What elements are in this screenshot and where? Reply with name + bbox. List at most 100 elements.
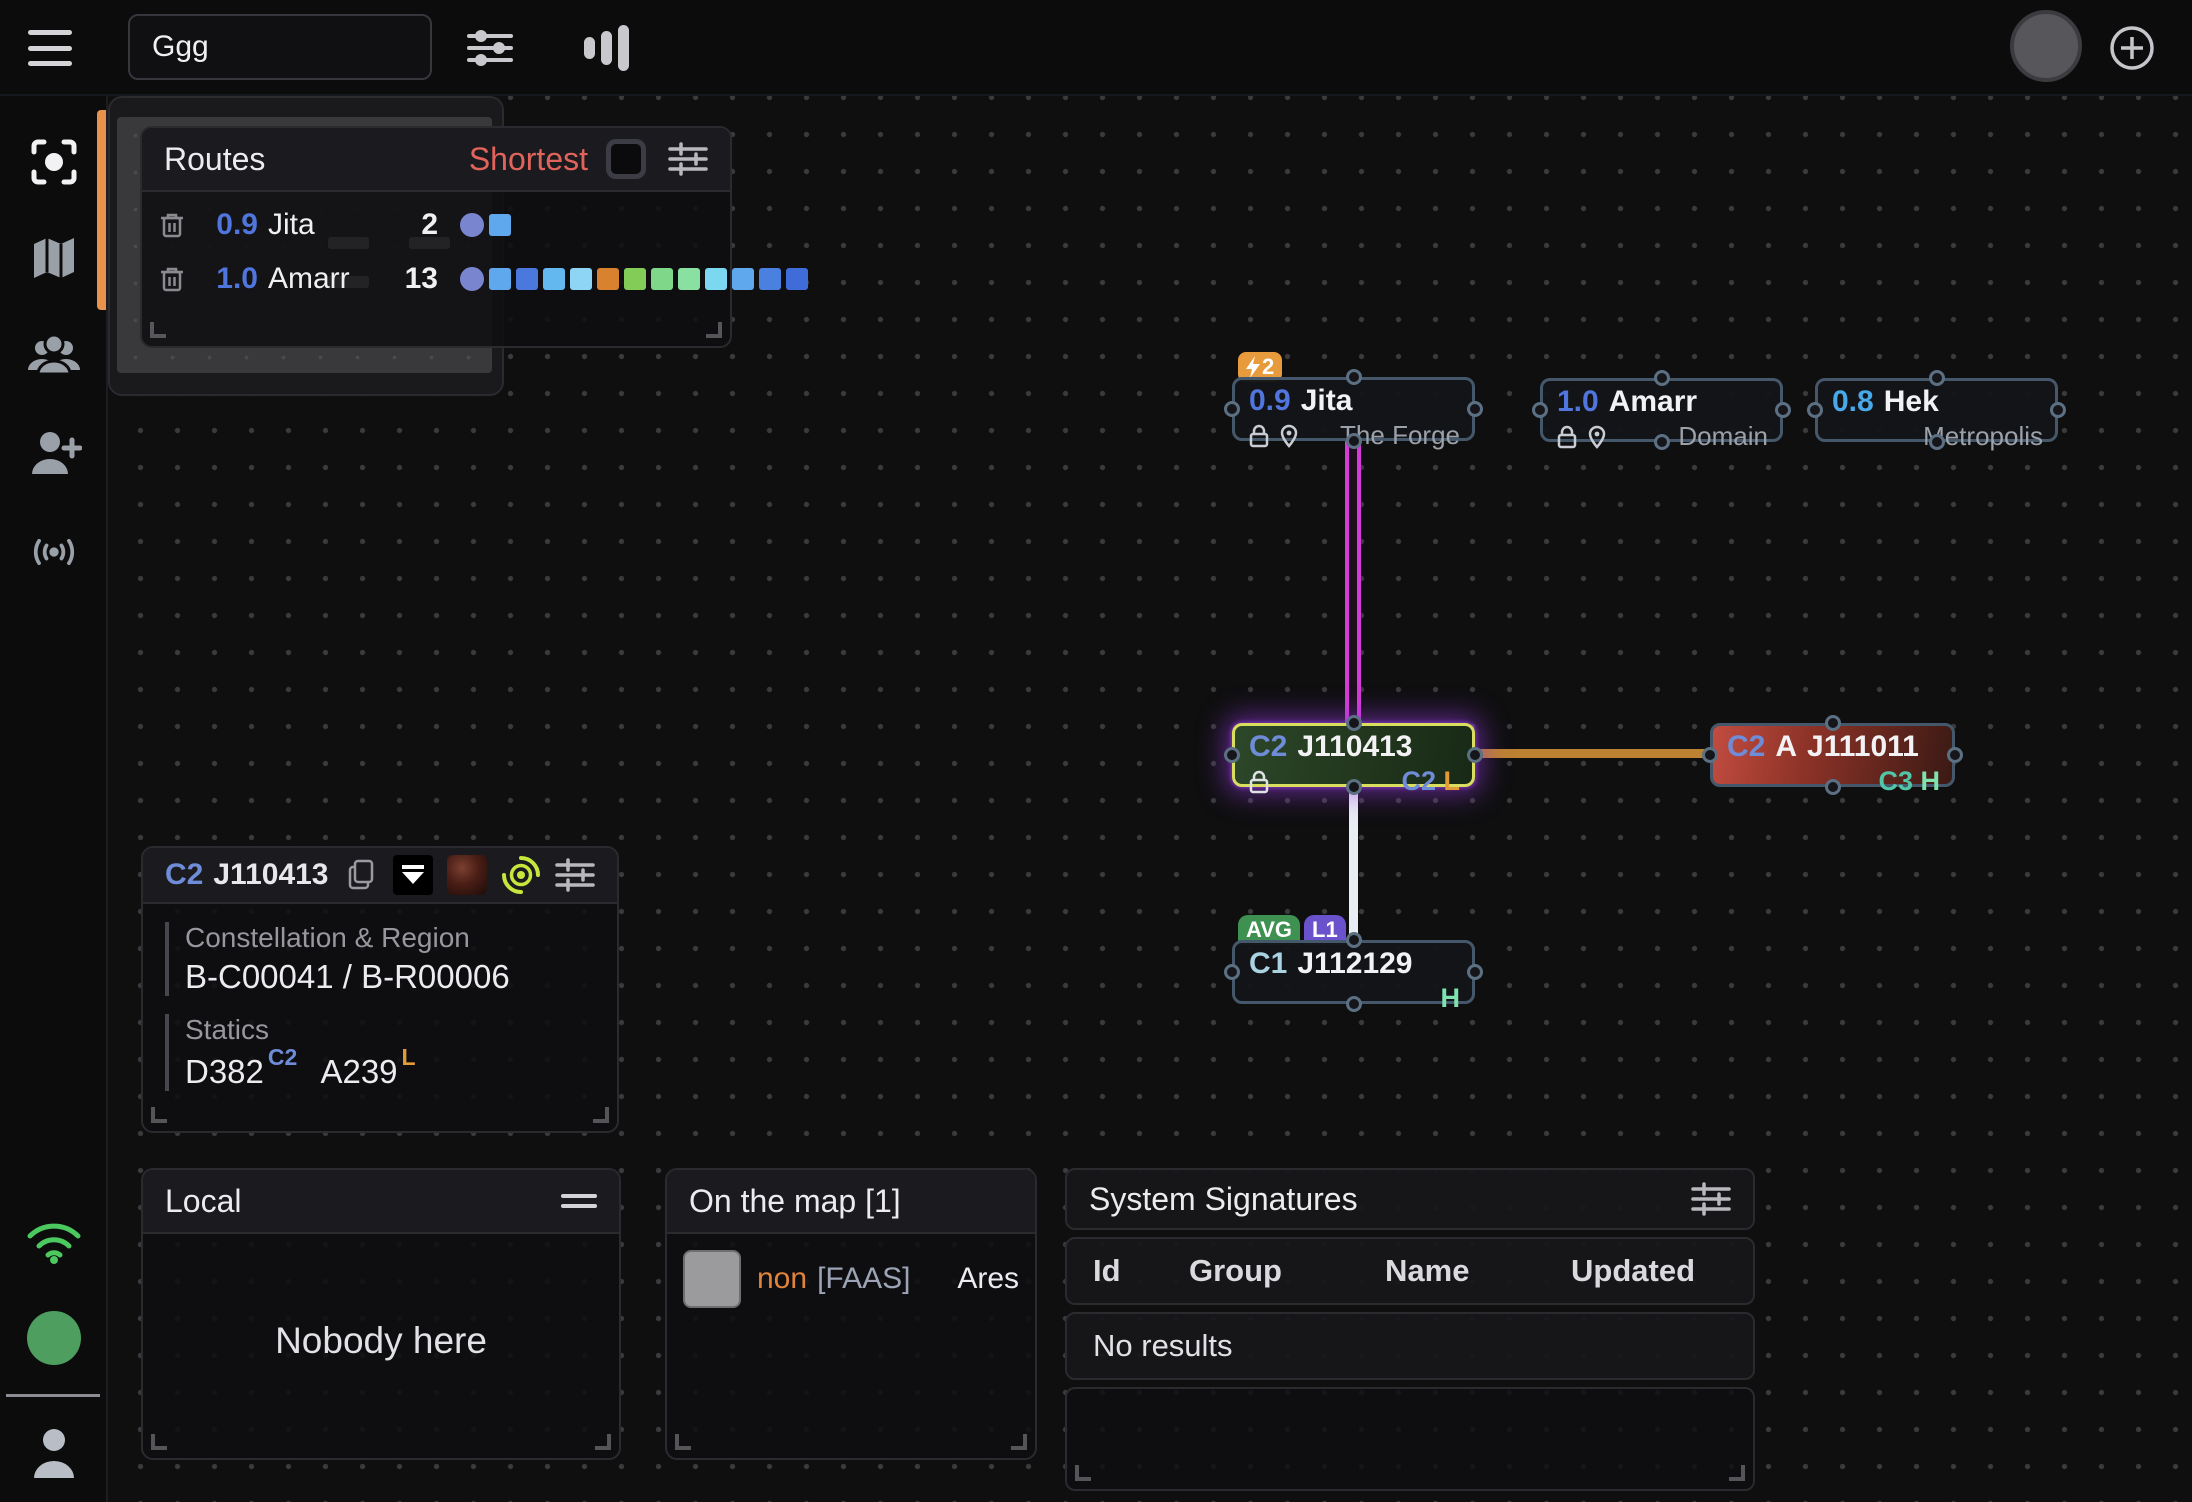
col-name[interactable]: Name xyxy=(1385,1253,1571,1289)
local-panel-header[interactable]: Local xyxy=(143,1170,619,1234)
activity-chart-icon[interactable] xyxy=(578,20,634,76)
system-info-header[interactable]: C2 J110413 xyxy=(143,848,617,904)
node-handle[interactable] xyxy=(1825,779,1841,795)
node-handle[interactable] xyxy=(1532,402,1548,418)
system-settings-sliders-icon[interactable] xyxy=(555,858,595,892)
connection-frigate-magenta[interactable] xyxy=(1345,441,1361,723)
routes-settings-sliders-icon[interactable] xyxy=(668,142,708,176)
delete-route-icon[interactable] xyxy=(160,211,184,239)
node-handle[interactable] xyxy=(1775,402,1791,418)
resize-handle[interactable] xyxy=(150,322,166,338)
node-handle[interactable] xyxy=(1346,996,1362,1012)
resize-handle[interactable] xyxy=(593,1107,609,1123)
resize-handle[interactable] xyxy=(151,1107,167,1123)
map-filters-sliders-icon[interactable] xyxy=(462,20,518,76)
static2-sec: L xyxy=(402,1044,416,1070)
node-handle[interactable] xyxy=(1825,715,1841,731)
locate-icon[interactable] xyxy=(501,855,541,895)
route-jump-segments xyxy=(460,213,730,237)
system-signatures-panel: System Signatures Id Group Name Updated xyxy=(1065,1168,1755,1463)
add-button[interactable] xyxy=(2108,24,2156,72)
person-icon[interactable] xyxy=(26,1426,82,1482)
user-avatar[interactable] xyxy=(2010,10,2082,82)
system-name: J112129 xyxy=(1297,949,1412,979)
node-handle[interactable] xyxy=(1346,779,1362,795)
signatures-header[interactable]: System Signatures xyxy=(1065,1168,1755,1230)
static-sec: H xyxy=(1441,983,1461,1014)
resize-handle[interactable] xyxy=(1011,1434,1027,1450)
node-handle[interactable] xyxy=(1224,747,1240,763)
node-handle[interactable] xyxy=(1346,369,1362,385)
statics-label: Statics xyxy=(185,1014,617,1046)
route-jump-square xyxy=(570,268,592,290)
system-name: Jita xyxy=(1301,386,1353,416)
node-handle[interactable] xyxy=(1467,964,1483,980)
user-plus-icon[interactable] xyxy=(26,426,82,482)
node-handle[interactable] xyxy=(1807,402,1823,418)
broadcast-icon[interactable] xyxy=(26,524,82,580)
resize-handle[interactable] xyxy=(595,1434,611,1450)
col-updated[interactable]: Updated xyxy=(1571,1253,1753,1289)
selected-system-class: C2 xyxy=(165,858,203,892)
resize-handle[interactable] xyxy=(151,1434,167,1450)
shortest-mode-label[interactable]: Shortest xyxy=(469,141,588,178)
system-node-amarr[interactable]: 1.0Amarr Domain xyxy=(1540,378,1783,442)
system-node-j110413-selected[interactable]: C2J110413 C2 L xyxy=(1232,723,1475,787)
resize-handle[interactable] xyxy=(1729,1465,1745,1481)
resize-handle[interactable] xyxy=(1075,1465,1091,1481)
route-row[interactable]: 0.9 Jita 2 xyxy=(160,204,730,246)
node-handle[interactable] xyxy=(1947,747,1963,763)
node-handle[interactable] xyxy=(1224,964,1240,980)
node-handle[interactable] xyxy=(1467,747,1483,763)
node-handle[interactable] xyxy=(1346,433,1362,449)
pilot-row[interactable]: non [FAAS] Ares xyxy=(683,1250,1019,1308)
col-group[interactable]: Group xyxy=(1189,1253,1385,1289)
connection-orange[interactable] xyxy=(1476,749,1712,758)
node-handle[interactable] xyxy=(1929,434,1945,450)
signatures-settings-sliders-icon[interactable] xyxy=(1691,1182,1731,1216)
map-name-input[interactable] xyxy=(128,14,432,80)
focus-icon[interactable] xyxy=(26,134,82,190)
map-icon[interactable] xyxy=(26,230,82,286)
resize-handle[interactable] xyxy=(706,322,722,338)
constellation-region-label: Constellation & Region xyxy=(185,922,617,954)
node-handle[interactable] xyxy=(1702,747,1718,763)
users-icon[interactable] xyxy=(26,328,82,384)
selected-system-name: J110413 xyxy=(213,858,328,892)
col-id[interactable]: Id xyxy=(1093,1253,1189,1289)
connection-white[interactable] xyxy=(1349,787,1358,940)
wifi-icon xyxy=(26,1214,82,1270)
triangle-flag-icon[interactable] xyxy=(393,855,433,895)
shortest-checkbox[interactable] xyxy=(606,139,646,179)
node-handle[interactable] xyxy=(1654,370,1670,386)
node-handle[interactable] xyxy=(2050,402,2066,418)
system-node-jita[interactable]: 0.9Jita The Forge xyxy=(1232,377,1475,441)
node-handle[interactable] xyxy=(1346,932,1362,948)
on-the-map-title: On the map [1] xyxy=(689,1183,901,1220)
copy-icon[interactable] xyxy=(347,859,375,891)
node-handle[interactable] xyxy=(1346,715,1362,731)
pilot-ship: Ares xyxy=(957,1262,1019,1296)
system-node-hek[interactable]: 0.8Hek Metropolis xyxy=(1815,378,2058,442)
routes-panel-header[interactable]: Routes Shortest xyxy=(142,128,730,192)
delete-route-icon[interactable] xyxy=(160,265,184,293)
security-status: 1.0 xyxy=(1557,387,1599,417)
statics-value: D382C2 A239L xyxy=(185,1050,617,1091)
on-the-map-header[interactable]: On the map [1] xyxy=(667,1170,1035,1234)
system-node-j112129[interactable]: C1J112129 H xyxy=(1232,940,1475,1004)
route-row[interactable]: 1.0 Amarr 13 xyxy=(160,258,730,300)
system-node-j111011[interactable]: C2AJ111011 C3 H xyxy=(1710,723,1955,787)
node-handle[interactable] xyxy=(1224,401,1240,417)
node-handle[interactable] xyxy=(1654,434,1670,450)
node-handle[interactable] xyxy=(1467,401,1483,417)
route-jump-square xyxy=(543,268,565,290)
resize-handle[interactable] xyxy=(675,1434,691,1450)
planet-thumbnail[interactable] xyxy=(447,855,487,895)
map-canvas[interactable]: 2 AVG L1 0.9Jita The Forge 1.0Amarr Doma… xyxy=(108,96,2192,1502)
wormhole-class: C2 xyxy=(1249,732,1287,762)
status-dot[interactable] xyxy=(26,1310,82,1366)
static-class: C3 xyxy=(1878,766,1913,796)
node-handle[interactable] xyxy=(1929,370,1945,386)
hamburger-menu-icon[interactable] xyxy=(28,30,72,66)
local-menu-icon[interactable] xyxy=(561,1192,597,1210)
